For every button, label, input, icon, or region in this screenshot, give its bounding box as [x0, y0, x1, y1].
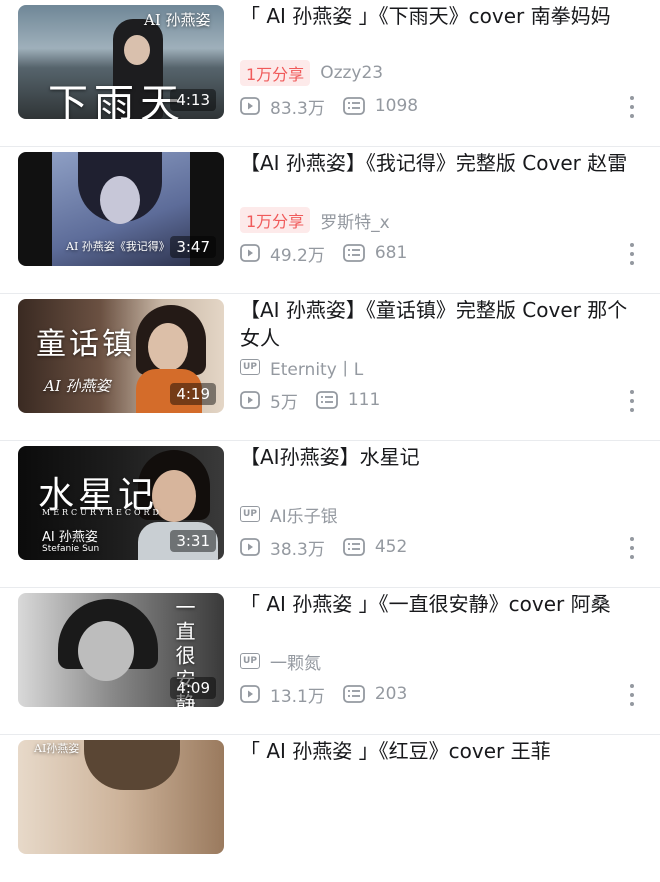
thumb-caption: AI 孙燕姿 — [44, 377, 111, 395]
thumb-caption: AI 孙燕姿 — [144, 11, 211, 29]
thumb-caption-large: 童话镇 — [36, 327, 135, 362]
video-meta: 1万分享 Ozzy23 — [240, 60, 383, 86]
play-count-icon — [240, 97, 260, 115]
view-count: 5万 — [240, 388, 298, 413]
video-meta: UP Eternity丨L — [240, 354, 363, 380]
video-meta: UP AI乐子银 — [240, 501, 338, 527]
play-count-icon — [240, 685, 260, 703]
share-badge: 1万分享 — [240, 60, 311, 86]
thumb-caption: AI孙燕姿 — [34, 742, 80, 755]
video-title[interactable]: 「 AI 孙燕姿 」《下雨天》cover 南拳妈妈 — [240, 2, 645, 30]
share-badge: 1万分享 — [240, 207, 311, 233]
video-list: AI 孙燕姿 下雨天 4:13 「 AI 孙燕姿 」《下雨天》cover 南拳妈… — [0, 0, 660, 882]
more-options-icon[interactable] — [624, 537, 640, 559]
video-card[interactable]: 一直很安静 4:09 「 AI 孙燕姿 」《一直很安静》cover 阿桑 UP … — [0, 588, 660, 735]
comment-count: 111 — [315, 390, 380, 410]
video-thumbnail[interactable]: 童话镇 AI 孙燕姿 4:19 — [18, 299, 224, 413]
view-count: 13.1万 — [240, 682, 325, 707]
video-stats: 83.3万 1098 — [240, 93, 436, 119]
uploader-icon: UP — [240, 359, 260, 375]
uploader-icon: UP — [240, 653, 260, 669]
video-thumbnail[interactable]: AI 孙燕姿《我记得》 3:47 — [18, 152, 224, 266]
video-duration: 3:31 — [170, 530, 216, 552]
play-count-icon — [240, 538, 260, 556]
view-count: 83.3万 — [240, 94, 325, 119]
video-card[interactable]: AI 孙燕姿《我记得》 3:47 【AI 孙燕姿】《我记得》完整版 Cover … — [0, 147, 660, 294]
video-title[interactable]: 【AI 孙燕姿】《我记得》完整版 Cover 赵雷 — [240, 149, 645, 177]
video-title[interactable]: 【AI 孙燕姿】《童话镇》完整版 Cover 那个女人 — [240, 296, 645, 352]
thumb-caption-small: MERCURYRECORD — [42, 508, 162, 517]
video-meta: 1万分享 罗斯特_x — [240, 207, 390, 233]
uploader-name[interactable]: 一颗氮 — [270, 649, 321, 674]
comment-count: 1098 — [342, 96, 418, 116]
comment-count: 452 — [342, 537, 407, 557]
video-stats: 13.1万 203 — [240, 681, 425, 707]
more-options-icon[interactable] — [624, 96, 640, 118]
video-title[interactable]: 「 AI 孙燕姿 」《红豆》cover 王菲 — [240, 737, 645, 765]
video-thumbnail[interactable]: AI 孙燕姿 下雨天 4:13 — [18, 5, 224, 119]
uploader-name[interactable]: AI乐子银 — [270, 502, 338, 527]
comment-count-icon — [342, 244, 365, 262]
more-options-icon[interactable] — [624, 243, 640, 265]
video-card[interactable]: 童话镇 AI 孙燕姿 4:19 【AI 孙燕姿】《童话镇》完整版 Cover 那… — [0, 294, 660, 441]
video-duration: 3:47 — [170, 236, 216, 258]
video-meta: UP 一颗氮 — [240, 648, 321, 674]
play-count-icon — [240, 244, 260, 262]
uploader-name[interactable]: Ozzy23 — [320, 63, 383, 83]
video-thumbnail[interactable]: 一直很安静 4:09 — [18, 593, 224, 707]
view-count: 38.3万 — [240, 535, 325, 560]
play-count-icon — [240, 391, 260, 409]
comment-count-icon — [342, 538, 365, 556]
thumb-caption-large: 下雨天 — [48, 81, 186, 119]
video-title[interactable]: 「 AI 孙燕姿 」《一直很安静》cover 阿桑 — [240, 590, 645, 618]
video-stats: 38.3万 452 — [240, 534, 425, 560]
thumb-caption: AI 孙燕姿 — [42, 530, 98, 545]
uploader-icon: UP — [240, 506, 260, 522]
more-options-icon[interactable] — [624, 684, 640, 706]
video-stats: 5万 111 — [240, 387, 398, 413]
comment-count-icon — [342, 685, 365, 703]
comment-count-icon — [342, 97, 365, 115]
thumb-caption-sub: Stefanie Sun — [42, 544, 100, 554]
comment-count-icon — [315, 391, 338, 409]
video-stats: 49.2万 681 — [240, 240, 425, 266]
video-duration: 4:19 — [170, 383, 216, 405]
more-options-icon[interactable] — [624, 390, 640, 412]
video-duration: 4:09 — [170, 677, 216, 699]
video-title[interactable]: 【AI孙燕姿】水星记 — [240, 443, 645, 471]
video-thumbnail[interactable]: 水星记 MERCURYRECORD AI 孙燕姿 Stefanie Sun 3:… — [18, 446, 224, 560]
thumb-caption: AI 孙燕姿《我记得》 — [66, 240, 170, 253]
uploader-name[interactable]: 罗斯特_x — [320, 208, 390, 233]
video-thumbnail[interactable]: AI孙燕姿 — [18, 740, 224, 854]
video-duration: 4:13 — [170, 89, 216, 111]
comment-count: 681 — [342, 243, 407, 263]
video-card[interactable]: AI孙燕姿 「 AI 孙燕姿 」《红豆》cover 王菲 — [0, 735, 660, 882]
video-card[interactable]: AI 孙燕姿 下雨天 4:13 「 AI 孙燕姿 」《下雨天》cover 南拳妈… — [0, 0, 660, 147]
view-count: 49.2万 — [240, 241, 325, 266]
uploader-name[interactable]: Eternity丨L — [270, 355, 363, 380]
video-card[interactable]: 水星记 MERCURYRECORD AI 孙燕姿 Stefanie Sun 3:… — [0, 441, 660, 588]
comment-count: 203 — [342, 684, 407, 704]
